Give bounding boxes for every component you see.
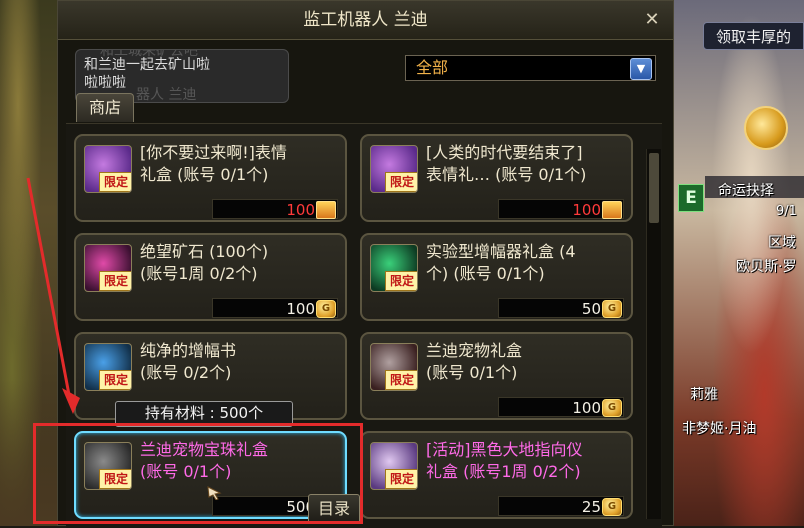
annotation-arrow-icon [26, 177, 80, 414]
